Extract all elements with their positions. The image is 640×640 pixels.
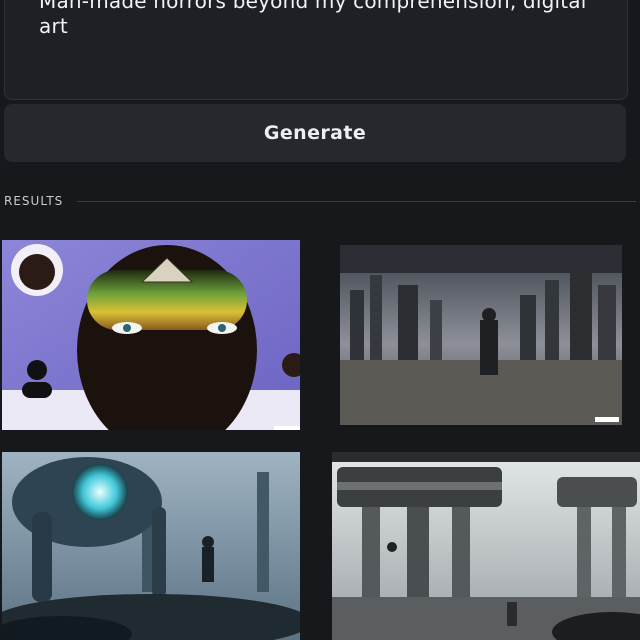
prompt-text[interactable]: Man-made horrors beyond my comprehension… [39, 0, 599, 39]
result-image-4[interactable] [332, 452, 640, 640]
result-image-1[interactable] [2, 240, 300, 430]
generate-button[interactable]: Generate [4, 104, 626, 162]
result-image-2-art [340, 245, 622, 425]
result-image-3[interactable] [2, 452, 300, 640]
result-image-1-art [2, 240, 300, 430]
result-image-2[interactable] [340, 245, 622, 425]
result-image-3-art [2, 452, 300, 640]
results-label: RESULTS [4, 194, 64, 208]
prompt-textarea[interactable]: Man-made horrors beyond my comprehension… [4, 0, 628, 100]
result-image-4-art [332, 452, 640, 640]
results-header: RESULTS [4, 192, 636, 210]
results-divider [77, 200, 636, 202]
